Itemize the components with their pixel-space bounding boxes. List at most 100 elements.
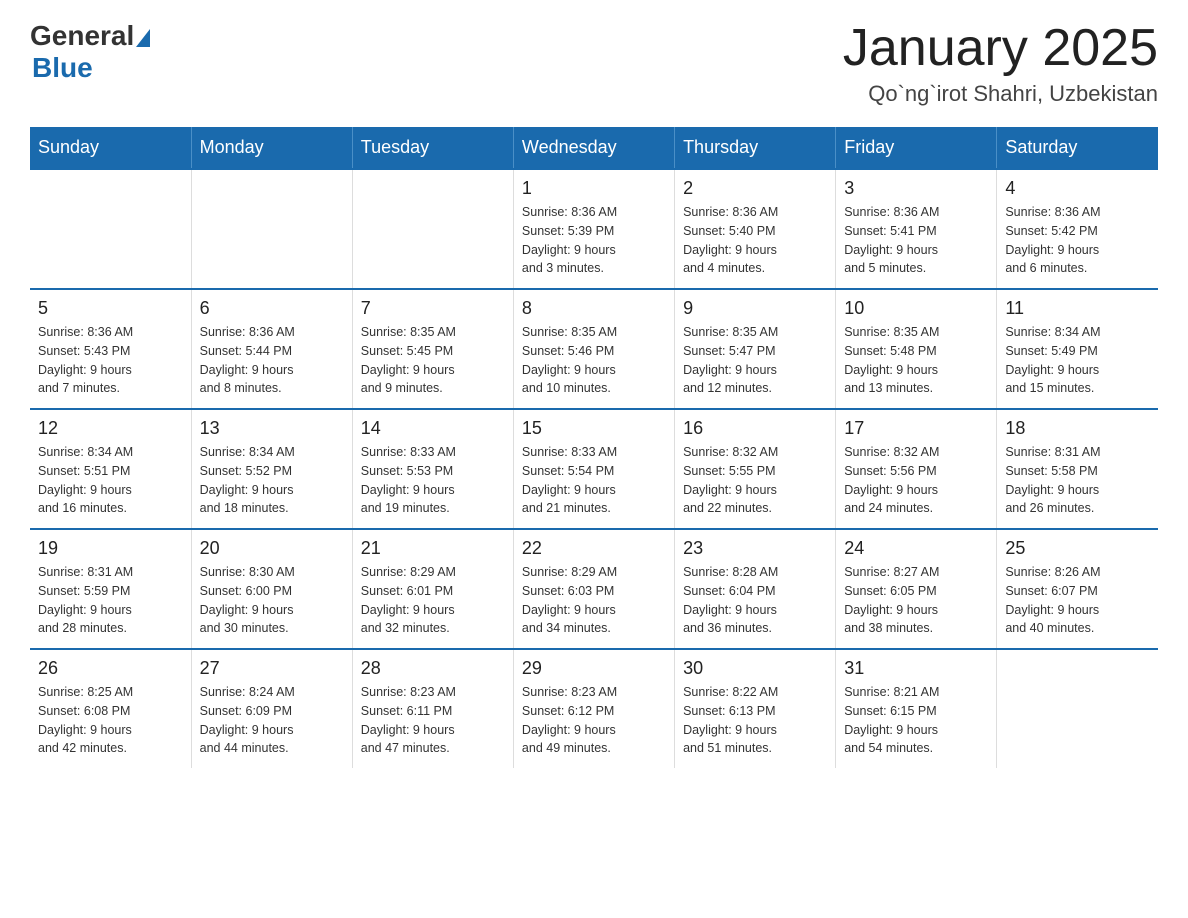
- calendar-cell: 9Sunrise: 8:35 AM Sunset: 5:47 PM Daylig…: [675, 289, 836, 409]
- day-info: Sunrise: 8:29 AM Sunset: 6:03 PM Dayligh…: [522, 563, 666, 638]
- day-info: Sunrise: 8:21 AM Sunset: 6:15 PM Dayligh…: [844, 683, 988, 758]
- calendar-cell: 23 Sunrise: 8:28 AM Sunset: 6:04 PM Dayli…: [675, 529, 836, 649]
- calendar-table: SundayMondayTuesdayWednesdayThursdayFrid…: [30, 127, 1158, 768]
- day-number: 31: [844, 658, 988, 679]
- calendar-cell: 16Sunrise: 8:32 AM Sunset: 5:55 PM Dayli…: [675, 409, 836, 529]
- day-number: 22: [522, 538, 666, 559]
- calendar-header-row: SundayMondayTuesdayWednesdayThursdayFrid…: [30, 127, 1158, 169]
- calendar-cell: 31 Sunrise: 8:21 AM Sunset: 6:15 PM Dayli…: [836, 649, 997, 768]
- calendar-cell: 18 Sunrise: 8:31 AM Sunset: 5:58 PM Dayli…: [997, 409, 1158, 529]
- calendar-cell: 12 Sunrise: 8:34 AM Sunset: 5:51 PM Dayli…: [30, 409, 191, 529]
- calendar-week-row: 26Sunrise: 8:25 AM Sunset: 6:08 PM Dayli…: [30, 649, 1158, 768]
- day-number: 9: [683, 298, 827, 319]
- calendar-cell: 1 Sunrise: 8:36 AM Sunset: 5:39 PM Daylig…: [513, 169, 674, 289]
- calendar-week-row: 12 Sunrise: 8:34 AM Sunset: 5:51 PM Dayli…: [30, 409, 1158, 529]
- day-info: Sunrise: 8:32 AM Sunset: 5:56 PM Dayligh…: [844, 443, 988, 518]
- calendar-day-header: Sunday: [30, 127, 191, 169]
- day-number: 30: [683, 658, 827, 679]
- day-info: Sunrise: 8:31 AM Sunset: 5:58 PM Dayligh…: [1005, 443, 1150, 518]
- day-number: 1: [522, 178, 666, 199]
- day-number: 18: [1005, 418, 1150, 439]
- day-number: 19: [38, 538, 183, 559]
- day-number: 5: [38, 298, 183, 319]
- day-info: Sunrise: 8:35 AM Sunset: 5:46 PM Dayligh…: [522, 323, 666, 398]
- calendar-cell: 13Sunrise: 8:34 AM Sunset: 5:52 PM Dayli…: [191, 409, 352, 529]
- day-info: Sunrise: 8:36 AM Sunset: 5:43 PM Dayligh…: [38, 323, 183, 398]
- day-number: 28: [361, 658, 505, 679]
- day-info: Sunrise: 8:34 AM Sunset: 5:52 PM Dayligh…: [200, 443, 344, 518]
- calendar-cell: 28 Sunrise: 8:23 AM Sunset: 6:11 PM Dayli…: [352, 649, 513, 768]
- day-number: 15: [522, 418, 666, 439]
- calendar-cell: [191, 169, 352, 289]
- day-info: Sunrise: 8:26 AM Sunset: 6:07 PM Dayligh…: [1005, 563, 1150, 638]
- day-number: 11: [1005, 298, 1150, 319]
- day-info: Sunrise: 8:29 AM Sunset: 6:01 PM Dayligh…: [361, 563, 505, 638]
- day-number: 21: [361, 538, 505, 559]
- calendar-week-row: 1 Sunrise: 8:36 AM Sunset: 5:39 PM Daylig…: [30, 169, 1158, 289]
- calendar-cell: 19 Sunrise: 8:31 AM Sunset: 5:59 PM Dayli…: [30, 529, 191, 649]
- calendar-cell: 26Sunrise: 8:25 AM Sunset: 6:08 PM Dayli…: [30, 649, 191, 768]
- calendar-cell: 22 Sunrise: 8:29 AM Sunset: 6:03 PM Dayli…: [513, 529, 674, 649]
- day-number: 14: [361, 418, 505, 439]
- day-info: Sunrise: 8:34 AM Sunset: 5:51 PM Dayligh…: [38, 443, 183, 518]
- calendar-cell: 6 Sunrise: 8:36 AM Sunset: 5:44 PM Daylig…: [191, 289, 352, 409]
- day-info: Sunrise: 8:36 AM Sunset: 5:40 PM Dayligh…: [683, 203, 827, 278]
- day-number: 16: [683, 418, 827, 439]
- calendar-cell: 7Sunrise: 8:35 AM Sunset: 5:45 PM Daylig…: [352, 289, 513, 409]
- day-number: 10: [844, 298, 988, 319]
- day-number: 6: [200, 298, 344, 319]
- day-info: Sunrise: 8:31 AM Sunset: 5:59 PM Dayligh…: [38, 563, 183, 638]
- day-info: Sunrise: 8:36 AM Sunset: 5:41 PM Dayligh…: [844, 203, 988, 278]
- calendar-cell: 17 Sunrise: 8:32 AM Sunset: 5:56 PM Dayli…: [836, 409, 997, 529]
- day-number: 23: [683, 538, 827, 559]
- day-info: Sunrise: 8:35 AM Sunset: 5:48 PM Dayligh…: [844, 323, 988, 398]
- day-info: Sunrise: 8:22 AM Sunset: 6:13 PM Dayligh…: [683, 683, 827, 758]
- calendar-day-header: Wednesday: [513, 127, 674, 169]
- day-number: 24: [844, 538, 988, 559]
- day-number: 2: [683, 178, 827, 199]
- calendar-cell: [997, 649, 1158, 768]
- day-number: 17: [844, 418, 988, 439]
- month-title: January 2025: [843, 20, 1158, 77]
- title-area: January 2025 Qo`ng`irot Shahri, Uzbekist…: [843, 20, 1158, 107]
- day-info: Sunrise: 8:33 AM Sunset: 5:54 PM Dayligh…: [522, 443, 666, 518]
- day-number: 27: [200, 658, 344, 679]
- calendar-cell: [352, 169, 513, 289]
- calendar-cell: 4Sunrise: 8:36 AM Sunset: 5:42 PM Daylig…: [997, 169, 1158, 289]
- calendar-week-row: 5 Sunrise: 8:36 AM Sunset: 5:43 PM Daylig…: [30, 289, 1158, 409]
- calendar-cell: 27 Sunrise: 8:24 AM Sunset: 6:09 PM Dayli…: [191, 649, 352, 768]
- day-info: Sunrise: 8:33 AM Sunset: 5:53 PM Dayligh…: [361, 443, 505, 518]
- day-number: 25: [1005, 538, 1150, 559]
- calendar-day-header: Friday: [836, 127, 997, 169]
- day-info: Sunrise: 8:34 AM Sunset: 5:49 PM Dayligh…: [1005, 323, 1150, 398]
- logo-general-text: General: [30, 20, 134, 52]
- day-info: Sunrise: 8:24 AM Sunset: 6:09 PM Dayligh…: [200, 683, 344, 758]
- calendar-cell: [30, 169, 191, 289]
- calendar-cell: 5 Sunrise: 8:36 AM Sunset: 5:43 PM Daylig…: [30, 289, 191, 409]
- day-info: Sunrise: 8:36 AM Sunset: 5:39 PM Dayligh…: [522, 203, 666, 278]
- calendar-week-row: 19 Sunrise: 8:31 AM Sunset: 5:59 PM Dayli…: [30, 529, 1158, 649]
- location-text: Qo`ng`irot Shahri, Uzbekistan: [843, 81, 1158, 107]
- logo-triangle-icon: [136, 29, 150, 47]
- calendar-cell: 8 Sunrise: 8:35 AM Sunset: 5:46 PM Daylig…: [513, 289, 674, 409]
- day-number: 8: [522, 298, 666, 319]
- logo: General Blue: [30, 20, 150, 84]
- calendar-day-header: Tuesday: [352, 127, 513, 169]
- day-info: Sunrise: 8:25 AM Sunset: 6:08 PM Dayligh…: [38, 683, 183, 758]
- day-number: 12: [38, 418, 183, 439]
- day-number: 7: [361, 298, 505, 319]
- day-info: Sunrise: 8:23 AM Sunset: 6:12 PM Dayligh…: [522, 683, 666, 758]
- logo-blue-text: Blue: [32, 52, 93, 83]
- calendar-day-header: Saturday: [997, 127, 1158, 169]
- calendar-day-header: Monday: [191, 127, 352, 169]
- calendar-cell: 2 Sunrise: 8:36 AM Sunset: 5:40 PM Daylig…: [675, 169, 836, 289]
- day-info: Sunrise: 8:28 AM Sunset: 6:04 PM Dayligh…: [683, 563, 827, 638]
- day-info: Sunrise: 8:23 AM Sunset: 6:11 PM Dayligh…: [361, 683, 505, 758]
- day-info: Sunrise: 8:36 AM Sunset: 5:44 PM Dayligh…: [200, 323, 344, 398]
- calendar-cell: 10 Sunrise: 8:35 AM Sunset: 5:48 PM Dayli…: [836, 289, 997, 409]
- calendar-cell: 20Sunrise: 8:30 AM Sunset: 6:00 PM Dayli…: [191, 529, 352, 649]
- day-number: 29: [522, 658, 666, 679]
- day-info: Sunrise: 8:36 AM Sunset: 5:42 PM Dayligh…: [1005, 203, 1150, 278]
- day-info: Sunrise: 8:30 AM Sunset: 6:00 PM Dayligh…: [200, 563, 344, 638]
- page-header: General Blue January 2025 Qo`ng`irot Sha…: [30, 20, 1158, 107]
